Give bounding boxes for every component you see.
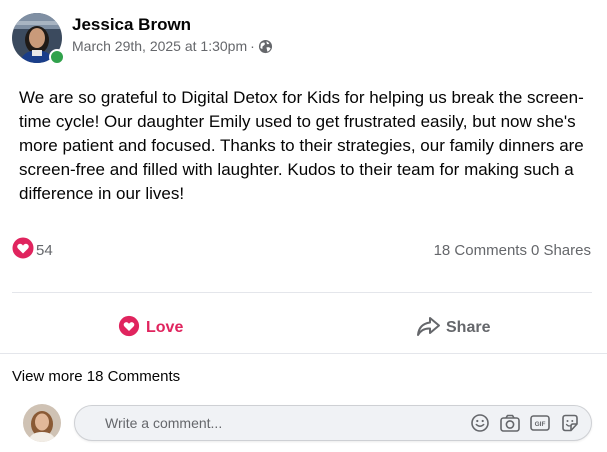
love-button[interactable]: Love — [118, 312, 183, 344]
comment-tools: GIF — [469, 412, 581, 434]
share-button-label: Share — [446, 319, 491, 336]
share-arrow-icon — [415, 314, 441, 343]
reactions-summary-row: 54 18 Comments 0 Shares — [11, 236, 591, 265]
reaction-count: 54 — [36, 241, 53, 259]
love-button-label: Love — [146, 319, 184, 336]
post-actions: Love Share — [0, 312, 607, 344]
post-timestamp[interactable]: March 29th, 2025 at 1:30pm — [72, 37, 247, 55]
reaction-summary[interactable]: 54 — [11, 236, 53, 265]
shares-count[interactable]: 0 Shares — [531, 242, 591, 259]
post-meta: March 29th, 2025 at 1:30pm · — [72, 37, 273, 55]
share-button[interactable]: Share — [415, 312, 490, 344]
comment-composer: GIF — [23, 404, 595, 442]
divider — [0, 353, 607, 354]
commenter-avatar[interactable] — [23, 404, 61, 442]
engagement-counts: 18 Comments 0 Shares — [434, 242, 591, 259]
meta-separator: · — [250, 38, 255, 54]
globe-icon[interactable] — [258, 39, 273, 54]
post-header: Jessica Brown March 29th, 2025 at 1:30pm… — [12, 13, 273, 65]
post-body-text: We are so grateful to Digital Detox for … — [19, 88, 584, 203]
gif-icon[interactable]: GIF — [529, 412, 551, 434]
love-reaction-icon — [11, 236, 35, 265]
author-name[interactable]: Jessica Brown — [72, 15, 273, 35]
comments-count[interactable]: 18 Comments — [434, 242, 527, 259]
love-icon — [118, 315, 140, 342]
view-more-comments-link[interactable]: View more 18 Comments — [12, 368, 180, 385]
svg-text:GIF: GIF — [535, 421, 546, 428]
emoji-icon[interactable] — [469, 412, 491, 434]
author-avatar-wrap[interactable] — [12, 13, 65, 65]
comment-input-box[interactable]: GIF — [74, 405, 592, 441]
camera-icon[interactable] — [499, 412, 521, 434]
sticker-icon[interactable] — [559, 412, 581, 434]
online-status-dot — [49, 49, 65, 65]
divider — [12, 292, 592, 293]
comment-input[interactable] — [105, 415, 469, 431]
